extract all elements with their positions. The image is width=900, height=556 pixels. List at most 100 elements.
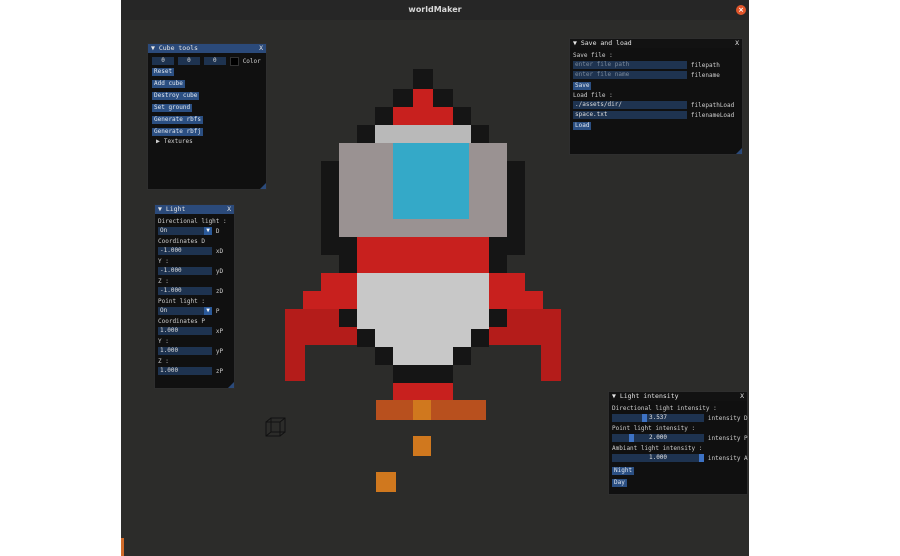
cube-coords-row: 0 0 0 Color [152,56,262,66]
ambient-intensity-suffix: intensity A [707,455,748,462]
d-y-input[interactable]: -1.000 [158,267,212,275]
light-close-icon[interactable]: X [227,205,231,214]
save-load-header[interactable]: ▼ Save and load X [570,39,742,48]
load-path-label: filepathLoad [690,102,735,109]
directional-intensity-slider[interactable]: 3.537 [612,414,704,422]
window-close-icon[interactable]: × [736,5,746,15]
filename-input[interactable]: enter file name [573,71,687,79]
directional-light-select[interactable]: On [158,227,204,235]
filepath-input[interactable]: enter file path [573,61,687,69]
cube-z-input[interactable]: 0 [203,57,226,65]
save-button[interactable]: Save [573,82,592,90]
flame-spark-1 [413,436,431,456]
rocket-fin-right-top [489,273,525,291]
set-ground-button[interactable]: Set ground [152,104,193,112]
flame-row [376,400,486,420]
day-button[interactable]: Day [612,479,627,487]
rocket-engine-black [393,365,453,383]
rocket-nose-red [413,89,433,107]
load-file-label: Load file : [573,92,613,99]
cube-tools-title: Cube tools [158,44,198,52]
rocket-shoulder-black-left [357,125,375,143]
flame-bright [413,400,431,420]
rocket-nose-black-right [433,89,453,107]
rocket-nose-black-left [393,89,413,107]
textures-label: Textures [163,138,193,145]
textures-tree-node[interactable]: ▶ Textures [152,136,262,146]
directional-intensity-grab[interactable] [642,414,648,422]
light-intensity-close-icon[interactable]: X [740,392,744,401]
light-intensity-header[interactable]: ▼ Light intensity X [609,392,747,401]
directional-dropdown-icon[interactable]: ▼ [204,227,212,235]
rocket-lower-black-right [471,329,489,347]
point-intensity-suffix: intensity P [707,435,748,442]
d-x-input[interactable]: -1.000 [158,247,212,255]
taskbar-edge [121,538,124,556]
point-dropdown-icon[interactable]: ▼ [204,307,212,315]
cube-tools-resize-grip[interactable] [260,183,266,189]
flame-spark-2 [376,472,396,492]
rocket-tip [413,69,433,89]
p-y-input[interactable]: 1.000 [158,347,212,355]
p-x-input[interactable]: 1.000 [158,327,212,335]
cube-tools-close-icon[interactable]: X [259,44,263,53]
ambient-intensity-label: Ambiant light intensity : [612,445,703,452]
save-load-resize-grip[interactable] [736,148,742,154]
rocket-fin-left-end [285,345,305,381]
destroy-cube-button[interactable]: Destroy cube [152,92,200,100]
color-swatch[interactable] [229,56,239,66]
rocket-fin-right-black [489,309,507,327]
add-cube-button[interactable]: Add cube [152,80,185,88]
save-load-close-icon[interactable]: X [735,39,739,48]
d-z-input[interactable]: -1.000 [158,287,212,295]
rocket-upper-red [393,107,453,125]
window-title: worldMaker [408,5,462,14]
light-title: Light [165,205,186,213]
load-name-label: filenameLoad [690,112,735,119]
rocket-upper-black-left [375,107,393,125]
coordinates-p-label: Coordinates P [158,318,205,325]
p-y-suffix: yP [215,348,224,355]
p-z-label: Z : [158,358,169,365]
light-resize-grip[interactable] [228,382,234,388]
app-window: worldMaker × ▼ Cube tools X 0 0 0 Color … [121,0,749,556]
rocket-bottom-black-right [453,347,471,365]
point-light-select[interactable]: On [158,307,204,315]
rocket-red-band-black-left [339,237,357,273]
d-z-suffix: zD [215,288,224,295]
d-y-label: Y : [158,258,169,265]
cube-tools-header[interactable]: ▼ Cube tools X [148,44,266,53]
light-header[interactable]: ▼ Light X [155,205,234,214]
p-z-suffix: zP [215,368,224,375]
point-intensity-slider[interactable]: 2.000 [612,434,704,442]
rocket-red-band [357,237,489,273]
reset-button[interactable]: Reset [152,68,175,76]
save-load-panel: ▼ Save and load X Save file : enter file … [569,38,743,155]
directional-intensity-label: Directional light intensity : [612,405,717,412]
light-panel: ▼ Light X Directional light : On ▼ D Coord… [154,204,235,389]
d-x-suffix: xD [215,248,224,255]
color-label: Color [242,58,261,65]
filepath-label: filepath [690,62,720,69]
save-file-label: Save file : [573,52,613,59]
point-intensity-value: 2.000 [648,434,668,441]
generate-rbfs-button[interactable]: Generate rbfs [152,116,203,124]
rocket-white-body [357,273,489,329]
point-intensity-grab[interactable] [629,434,635,442]
cube-x-input[interactable]: 0 [152,57,174,65]
cube-tools-panel: ▼ Cube tools X 0 0 0 Color Reset Add cube… [147,43,267,190]
point-intensity-label: Point light intensity : [612,425,696,432]
rocket-upper-black-right [453,107,471,125]
ambient-intensity-grab[interactable] [699,454,704,462]
night-button[interactable]: Night [612,467,635,475]
cube-y-input[interactable]: 0 [177,57,200,65]
directional-intensity-value: 3.537 [648,414,668,421]
ambient-intensity-slider[interactable]: 1.000 [612,454,704,462]
load-name-input[interactable]: space.txt [573,111,687,119]
load-path-input[interactable]: ./assets/dir/ [573,101,687,109]
p-z-input[interactable]: 1.000 [158,367,212,375]
rocket-window [393,143,469,219]
generate-rbfj-button[interactable]: Generate rbfj [152,128,203,136]
load-button[interactable]: Load [573,122,592,130]
cursor-cube-icon[interactable] [264,416,288,440]
